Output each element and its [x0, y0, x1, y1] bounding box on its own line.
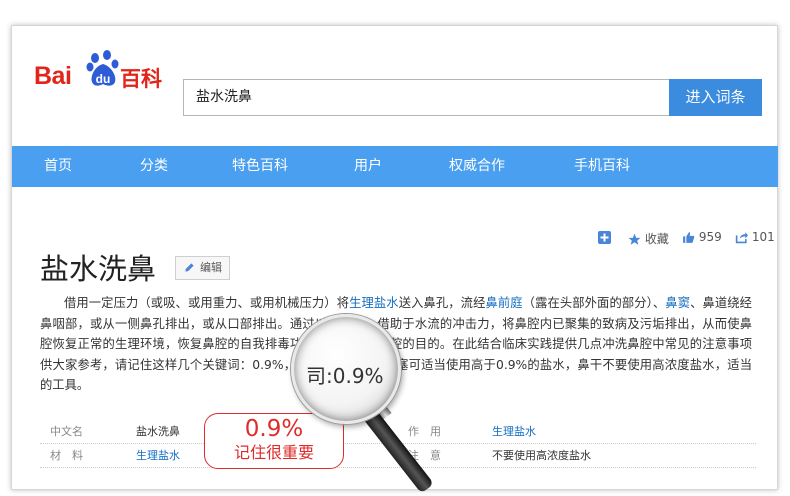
- body-text-2: 送入鼻孔，流经: [398, 296, 486, 310]
- thumbs-up-icon: [683, 232, 695, 243]
- page-title: 盐水洗鼻: [40, 252, 157, 286]
- link-saline[interactable]: 生理盐水: [349, 296, 399, 310]
- like-button[interactable]: 959: [682, 230, 722, 248]
- info-value-link[interactable]: 生理盐水: [492, 420, 536, 444]
- nav-item-category[interactable]: 分类: [140, 146, 168, 187]
- info-key: 中文名: [50, 425, 83, 438]
- likes-count: 959: [698, 230, 722, 244]
- share-icon: [735, 232, 748, 244]
- edit-label: 编辑: [200, 261, 222, 274]
- info-value: 盐水洗鼻: [136, 425, 180, 438]
- star-icon: [628, 233, 641, 245]
- nav-item-mobile[interactable]: 手机百科: [574, 146, 630, 187]
- nav-item-users[interactable]: 用户: [354, 146, 382, 187]
- link-nasal-vestibule[interactable]: 鼻前庭: [485, 296, 522, 310]
- magnifier-lens: 司:0.9%: [291, 314, 401, 424]
- add-button[interactable]: [598, 230, 611, 248]
- info-key: 材 料: [50, 449, 83, 462]
- nav-item-authority[interactable]: 权威合作: [449, 146, 505, 187]
- body-text-3: （露在头部外面的部分）、: [522, 296, 666, 310]
- main-nav: 首页 分类 特色百科 用户 权威合作 手机百科: [12, 146, 778, 187]
- nav-item-home[interactable]: 首页: [44, 146, 72, 187]
- body-text-1: 借用一定压力（或吸、或用重力、或用机械压力）将: [64, 296, 350, 310]
- share-button[interactable]: 101: [735, 230, 775, 248]
- logo-baike-text: 百科: [120, 67, 162, 91]
- link-sinus[interactable]: 鼻窦: [665, 296, 690, 310]
- plus-icon: [598, 231, 611, 244]
- logo-du-text: du: [95, 72, 111, 86]
- collect-label: 收藏: [644, 232, 669, 246]
- baidu-baike-logo[interactable]: Bai du 百科: [34, 50, 164, 91]
- highlight-callout: 0.9% 记住很重要: [204, 413, 344, 469]
- info-key: 作 用: [408, 425, 441, 438]
- logo-bai-text: Bai: [34, 62, 72, 90]
- callout-note: 记住很重要: [233, 443, 314, 462]
- pencil-icon: [185, 263, 194, 272]
- magnified-text: 司:0.9%: [306, 364, 384, 388]
- nav-item-featured[interactable]: 特色百科: [232, 146, 288, 187]
- edit-button[interactable]: 编辑: [175, 256, 230, 280]
- callout-percent: 0.9%: [244, 416, 304, 442]
- collect-button[interactable]: 收藏: [628, 230, 669, 248]
- share-count: 101: [751, 230, 775, 244]
- info-value-link[interactable]: 生理盐水: [136, 444, 180, 468]
- enter-entry-button[interactable]: 进入词条: [669, 79, 762, 116]
- info-value: 不要使用高浓度盐水: [492, 449, 591, 462]
- search-input[interactable]: 盐水洗鼻: [183, 79, 669, 116]
